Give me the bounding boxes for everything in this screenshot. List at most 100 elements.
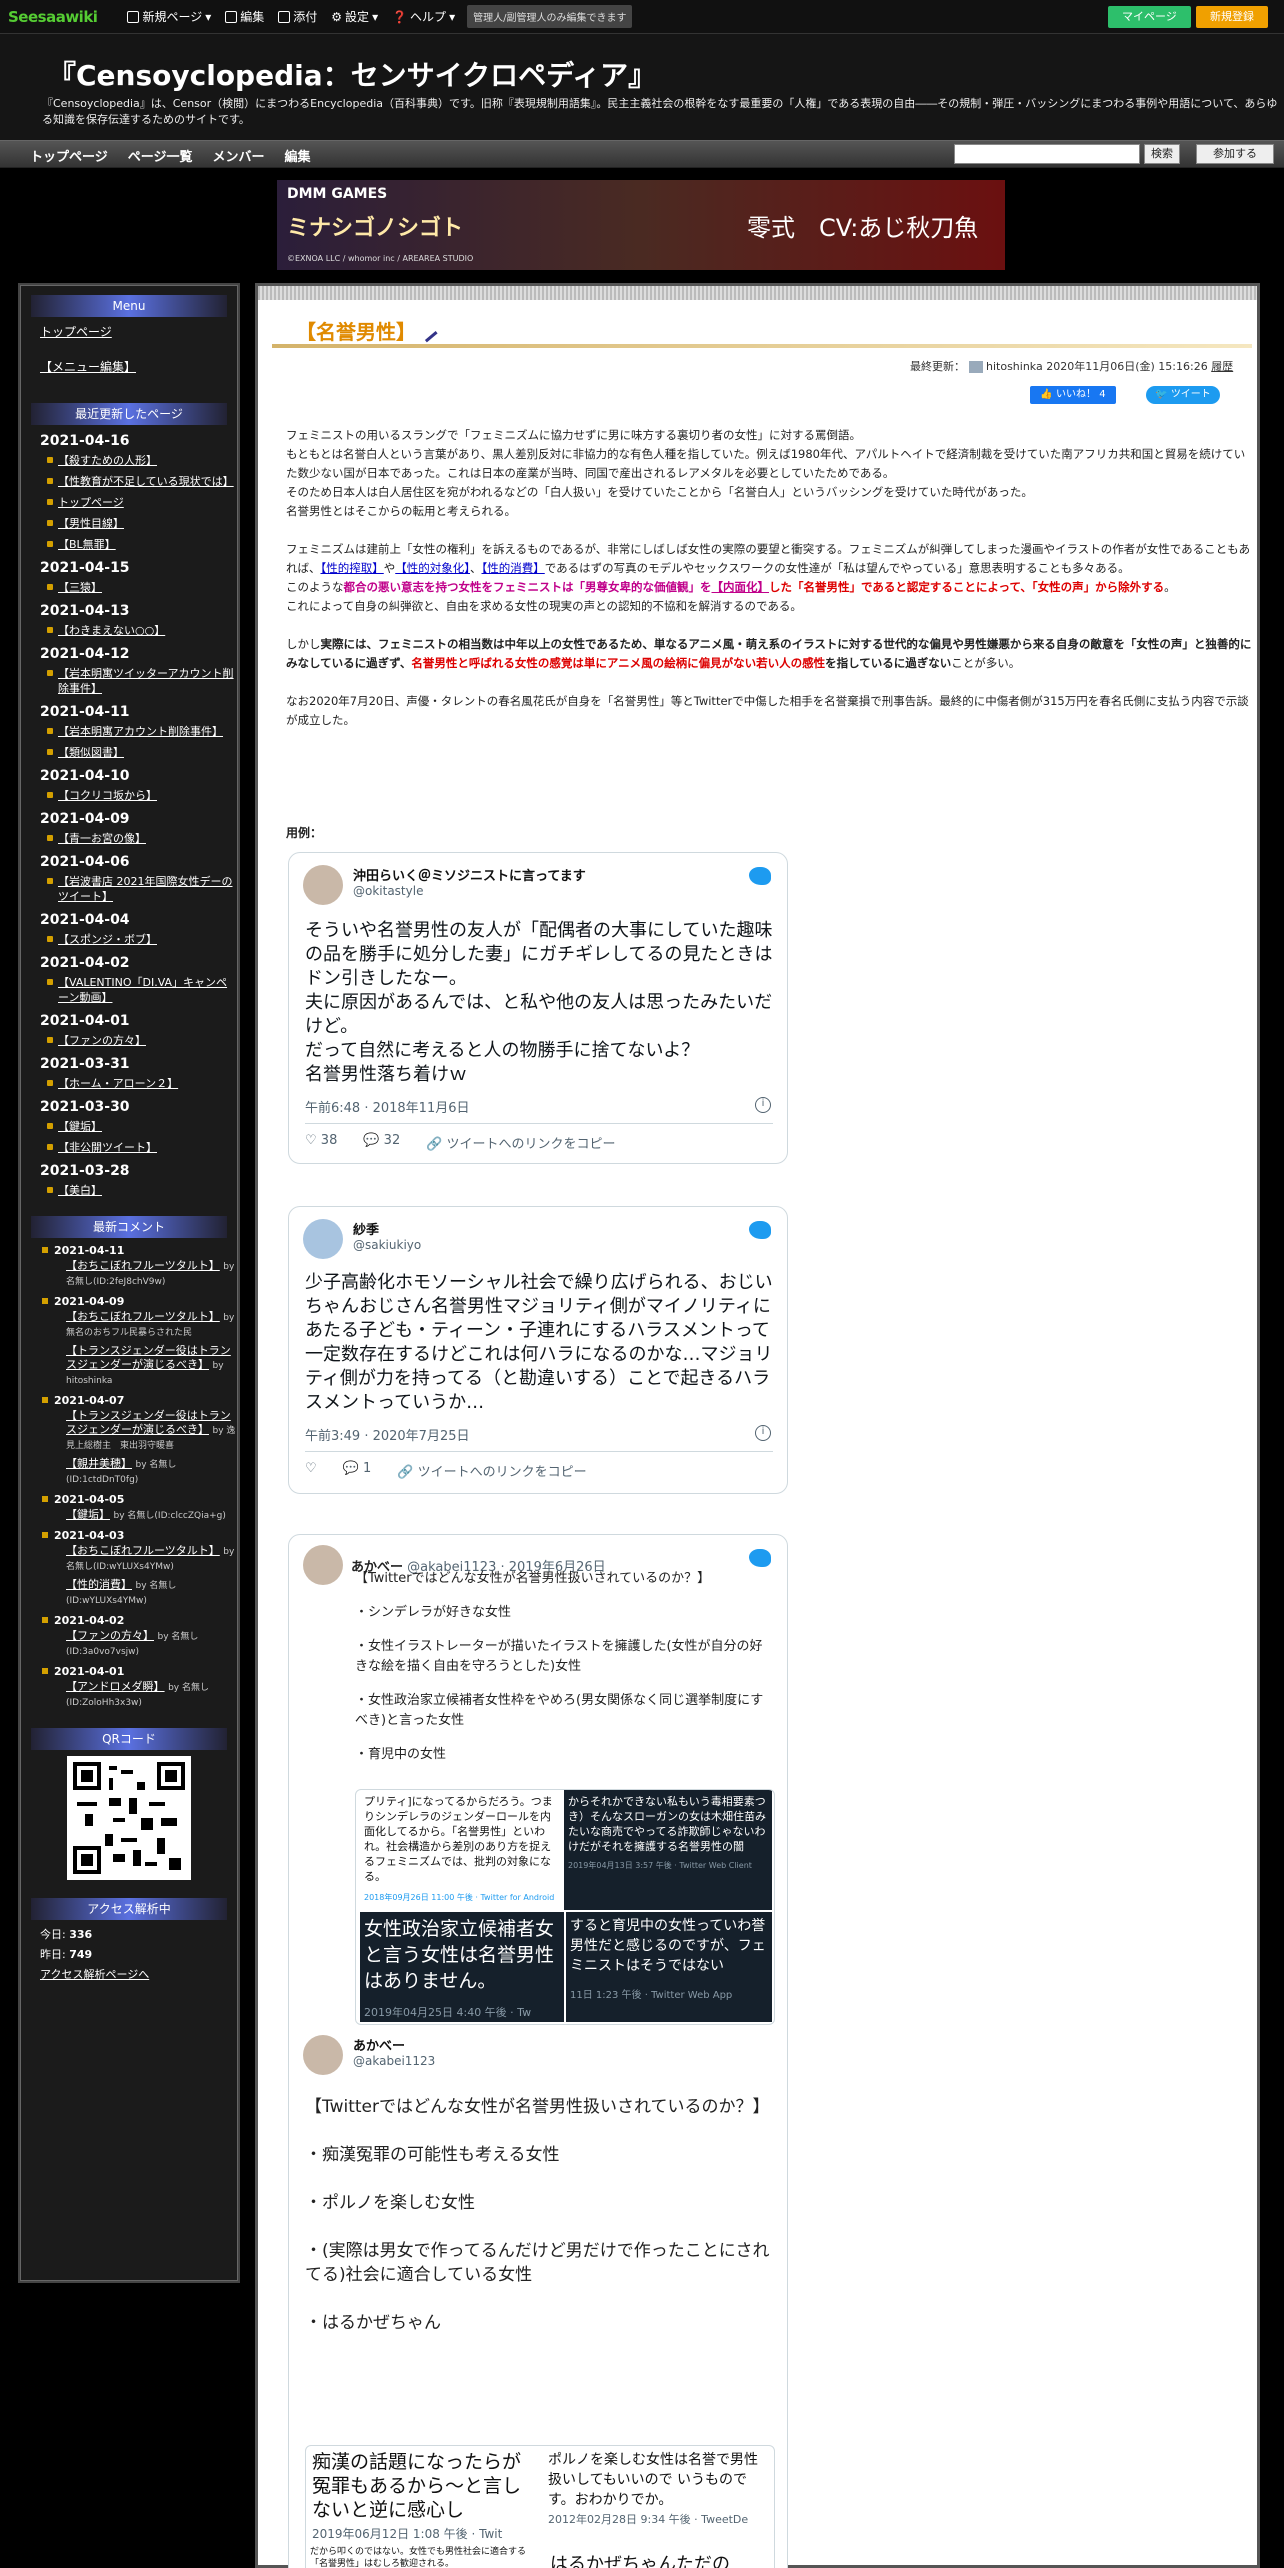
recent-page-link[interactable]: 【岩本明寓ツイッターアカウント削除事件】 [47, 666, 238, 696]
tweet-handle[interactable]: @sakiukiyo [353, 1238, 421, 1252]
twitter-bird-icon[interactable] [749, 1221, 771, 1239]
recent-page-link[interactable]: 【ホーム・アローン２】 [47, 1076, 238, 1091]
attach-menu[interactable]: 添付 [278, 8, 317, 25]
tweet-card-2[interactable]: 紗季 @sakiukiyo 少子高齢化ホモソーシャル社会で繰り広げられる、おじいち… [288, 1206, 788, 1494]
info-icon[interactable]: i [755, 1097, 771, 1113]
tweet-author[interactable]: 沖田らいく＠ミソジニストに言ってます [353, 865, 586, 884]
recent-page-link[interactable]: 【美白】 [47, 1183, 238, 1198]
recent-page-link[interactable]: 【類似図書】 [47, 745, 238, 760]
recent-page-link[interactable]: 【岩本明寓アカウント削除事件】 [47, 724, 238, 739]
comment-page-link[interactable]: 【おちこぼれフルーツタルト】 [66, 1544, 220, 1557]
recent-page-link[interactable]: 【非公開ツイート】 [47, 1140, 238, 1155]
tweet-image-grid[interactable]: プリティ]になってるからだろう。つまりシンデレラのジェンダーロールを内面化してる… [355, 1789, 775, 2025]
recent-page-link[interactable]: トップページ [47, 495, 238, 510]
tweet-card-1[interactable]: 沖田らいく＠ミソジニストに言ってます @okitastyle そういや名誉男性の友… [288, 852, 788, 1164]
site-title[interactable]: 『Censoyclopedia：センサイクロペディア』 [48, 54, 656, 94]
comment-page-link[interactable]: 【ファンの方々】 [66, 1629, 154, 1642]
recent-date: 2021-03-28 [40, 1163, 130, 1179]
tweet-time[interactable]: 午前3:49 · 2020年7月25日 [305, 1425, 470, 1444]
recent-page-link[interactable]: 【わきまえない○○】 [47, 623, 238, 638]
ad-banner[interactable]: DMM GAMES ミナシゴノシゴト 零式 CV:あじ秋刀魚 ©EXNOA LL… [277, 180, 1005, 270]
nested-tweet-text: 【Twitterではどんな女性が名誉男性扱いされているのか？】 ・痴漢冤罪の可能… [305, 2097, 770, 2333]
reply-action[interactable]: 💬 32 [363, 1133, 400, 1152]
settings-menu[interactable]: ⚙ 設定 ▾ [331, 8, 378, 25]
sidebar-top-link[interactable]: トップページ [40, 323, 238, 340]
image-2[interactable]: からそれかできない私もいう毒相要素つき）そんなスローガンの女は木畑住苗みたいな商… [564, 1790, 772, 1910]
comment-page-link[interactable]: 【鍵垢】 [66, 1508, 110, 1521]
access-link[interactable]: アクセス解析ページへ [40, 1966, 238, 1982]
recent-page-link[interactable]: 【BL無罪】 [47, 537, 238, 552]
link-consumption[interactable]: 【性的消費】 [482, 561, 545, 575]
comment-page-link[interactable]: 【親井美穂】 [66, 1457, 132, 1470]
recent-page-link[interactable]: 【殺すための人形】 [47, 453, 238, 468]
tweet-text: そういや名誉男性の友人が「配偶者の大事にしていた趣味の品を勝手に処分した妻」にガ… [305, 920, 773, 1085]
recent-page-link[interactable]: 【スポンジ・ボブ】 [47, 932, 238, 947]
recent-page-link[interactable]: 【コクリコ坂から】 [47, 788, 238, 803]
twitter-bird-icon[interactable] [749, 1549, 771, 1567]
comment-page-link[interactable]: 【トランスジェンダー役はトランスジェンダーが演じるべき】 [66, 1409, 231, 1436]
tweet-author[interactable]: あかべー [353, 2035, 435, 2054]
nav-edit[interactable]: 編集 [285, 146, 311, 165]
tweet-handle[interactable]: @akabei1123 [353, 2054, 435, 2068]
history-link[interactable]: 履歴 [1211, 360, 1233, 373]
recent-page-link[interactable]: 【性教育が不足している現状では】 [47, 474, 238, 489]
help-menu[interactable]: ❓ ヘルプ ▾ [392, 8, 455, 25]
like-action[interactable]: ♡ [305, 1461, 317, 1480]
image-8[interactable]: はるかぜちゃんただの [550, 2550, 772, 2568]
link-objectification[interactable]: 【性的対象化】 [395, 561, 470, 575]
recent-page-link[interactable]: 【ファンの方々】 [47, 1033, 238, 1048]
avatar[interactable] [303, 865, 343, 905]
like-action[interactable]: ♡ 38 [305, 1133, 337, 1152]
nav-page-list[interactable]: ページ一覧 [128, 146, 193, 165]
comment-date: 2021-04-11 [42, 1244, 238, 1257]
edit-menu[interactable]: 編集 [225, 8, 264, 25]
image-4[interactable]: すると育児中の女性っていわ誉男性だと感じるのですが、フェミニストはそうではない 1… [566, 1912, 772, 2022]
copy-link-action[interactable]: 🔗 ツイートへのリンクをコピー [397, 1461, 586, 1480]
tweet-handle[interactable]: @okitastyle [353, 884, 586, 898]
comment-page-link[interactable]: 【おちこぼれフルーツタルト】 [66, 1259, 220, 1272]
recent-page-link[interactable]: 【青一お宮の像】 [47, 831, 238, 846]
tweet-author[interactable]: 紗季 [353, 1219, 421, 1238]
edit-pencil-icon[interactable] [420, 325, 438, 343]
image-6[interactable]: ポルノを楽しむ女性は名誉で男性扱いしてもいいので いうものです。おわかりでか。 2… [546, 2448, 772, 2548]
avatar[interactable] [303, 2035, 343, 2075]
mypage-button[interactable]: マイページ [1108, 6, 1191, 28]
recent-page-link[interactable]: 【鍵垢】 [47, 1119, 238, 1134]
recent-page-link[interactable]: 【三猿】 [47, 580, 238, 595]
twitter-bird-icon[interactable] [749, 867, 771, 885]
search-button[interactable]: 検索 [1144, 144, 1180, 164]
image-5[interactable]: 痴漢の話題になったらが冤罪もあるから～と言しないと逆に感心し 2019年06月12… [310, 2448, 540, 2541]
comment-page-link[interactable]: 【おちこぼれフルーツタルト】 [66, 1310, 220, 1323]
tweet-card-3[interactable]: あかべー @akabei1123 · 2019年6月26日 【Twitterでは… [288, 1534, 788, 2568]
comment-page-link[interactable]: 【性的消費】 [66, 1578, 132, 1591]
image-3[interactable]: 女性政治家立候補者女と言う女性は名誉男性はありません。 2019年04月25日 4… [360, 1912, 564, 2022]
banner-brand: DMM GAMES [287, 186, 388, 202]
nav-top[interactable]: トップページ [30, 146, 108, 165]
image-7[interactable]: だから叩くのではない。女性でも男性社会に適合する「名誉男性」はむしろ歓迎される。 [310, 2546, 540, 2568]
copy-link-action[interactable]: 🔗 ツイートへのリンクをコピー [426, 1133, 615, 1152]
sidebar-menu-edit-link[interactable]: 【メニュー編集】 [40, 358, 238, 375]
thumbs-up-icon: 👍 [1040, 389, 1053, 400]
seesaa-logo[interactable]: Seesaawiki [8, 6, 98, 27]
comment-page-link[interactable]: 【アンドロメダ瞬】 [66, 1680, 165, 1693]
new-page-menu[interactable]: 新規ページ ▾ [127, 8, 211, 25]
register-button[interactable]: 新規登録 [1196, 6, 1268, 28]
like-button[interactable]: 👍 いいね！ 4 [1030, 386, 1116, 404]
nested-image-grid[interactable]: 痴漢の話題になったらが冤罪もあるから～と言しないと逆に感心し 2019年06月12… [305, 2445, 775, 2568]
avatar[interactable] [303, 1219, 343, 1259]
nav-members[interactable]: メンバー [213, 146, 265, 165]
info-icon[interactable]: i [755, 1425, 771, 1441]
tweet-button[interactable]: 🐦 ツイート [1146, 386, 1220, 404]
link-sexual-exploitation[interactable]: 【性的搾取】 [321, 561, 384, 575]
comment-page-link[interactable]: 【トランスジェンダー役はトランスジェンダーが演じるべき】 [66, 1344, 231, 1371]
recent-page-link[interactable]: 【VALENTINO「DI.VA」キャンペーン動画】 [47, 975, 238, 1005]
join-button[interactable]: 参加する [1196, 144, 1274, 164]
recent-page-link[interactable]: 【男性目線】 [47, 516, 238, 531]
tweet-time[interactable]: 午前6:48 · 2018年11月6日 [305, 1097, 470, 1116]
avatar[interactable] [303, 1545, 343, 1585]
link-internalization[interactable]: 【内面化】 [712, 580, 770, 594]
reply-action[interactable]: 💬 1 [343, 1461, 372, 1480]
search-input[interactable] [954, 144, 1140, 164]
image-1[interactable]: プリティ]になってるからだろう。つまりシンデレラのジェンダーロールを内面化してる… [360, 1790, 560, 1910]
recent-page-link[interactable]: 【岩波書店 2021年国際女性デーのツイート】 [47, 874, 238, 904]
